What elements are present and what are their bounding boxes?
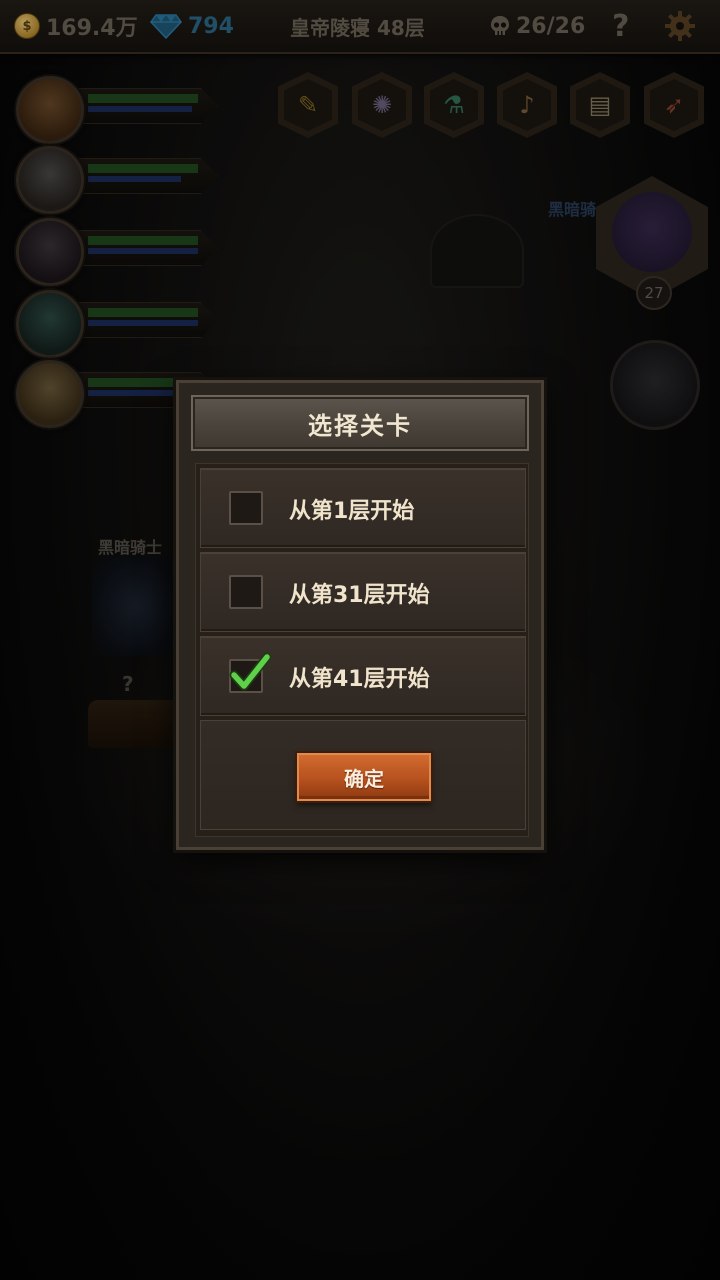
option-label: 从第41层开始 <box>289 667 430 692</box>
option-label: 从第31层开始 <box>289 583 430 608</box>
option-floor-41[interactable]: 从第41层开始 <box>200 636 526 716</box>
option-floor-1[interactable]: 从第1层开始 <box>200 468 526 548</box>
checkmark-icon <box>229 652 271 691</box>
option-label: 从第1层开始 <box>289 499 415 524</box>
checkbox-floor-31[interactable] <box>229 575 263 609</box>
select-stage-dialog: 选择关卡 从第1层开始 从第31层开始 从第41层开始 确定 <box>176 380 544 850</box>
checkbox-floor-41[interactable] <box>229 652 271 693</box>
checkbox-floor-1[interactable] <box>229 491 263 525</box>
option-floor-31[interactable]: 从第31层开始 <box>200 552 526 632</box>
confirm-button[interactable]: 确定 <box>297 753 431 801</box>
dialog-title: 选择关卡 <box>308 411 412 440</box>
dialog-footer: 确定 <box>200 720 526 830</box>
dialog-body: 从第1层开始 从第31层开始 从第41层开始 确定 <box>195 463 529 837</box>
dialog-header: 选择关卡 <box>191 395 529 451</box>
